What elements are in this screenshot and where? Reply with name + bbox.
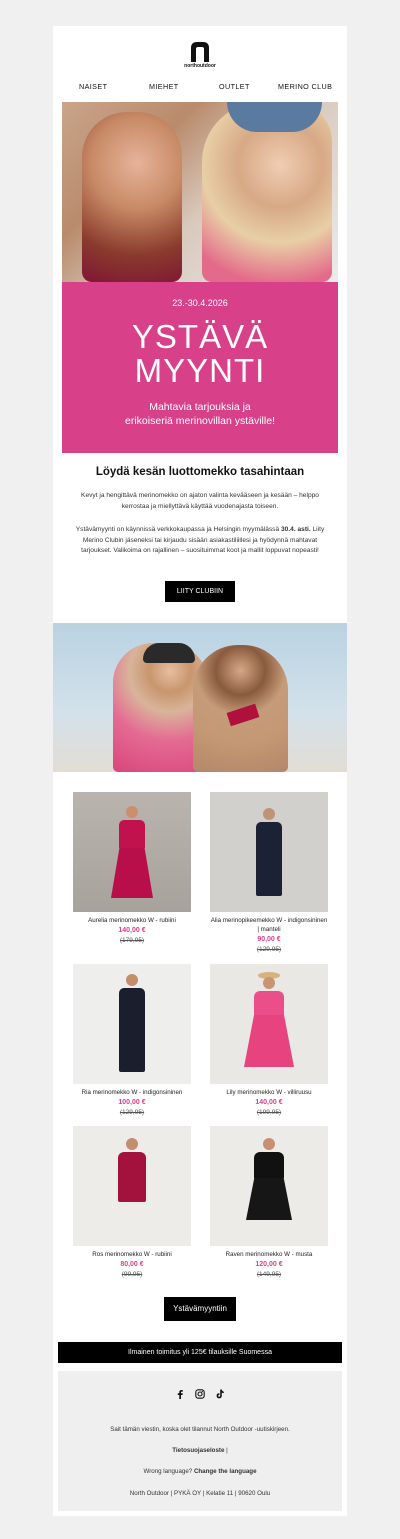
- hero-image[interactable]: [62, 102, 338, 282]
- facebook-icon[interactable]: [175, 1389, 185, 1401]
- footer-reason: Sait tämän viestin, koska olet tilannut …: [110, 1426, 290, 1433]
- product-image[interactable]: [73, 964, 191, 1084]
- product-price: 120,00 €: [255, 1261, 283, 1268]
- hero-cap: [227, 102, 322, 132]
- nav-item-outlet[interactable]: OUTLET: [219, 82, 250, 91]
- footer-address: North Outdoor | PYKÄ OY | Kelatie 11 | 9…: [129, 1490, 271, 1497]
- product-old-price: (149,95): [256, 1271, 282, 1278]
- sale-banner[interactable]: 23.-30.4.2026 YSTÄVÄ MYYNTI Mahtavia tar…: [62, 282, 338, 453]
- sale-subtitle: Mahtavia tarjouksia ja erikoiseriä merin…: [92, 400, 308, 428]
- second-hero-image[interactable]: [53, 623, 347, 772]
- sale-date: 23.-30.4.2026: [172, 298, 228, 308]
- product-name[interactable]: Ros merinomekko W - rubiini: [73, 1250, 191, 1259]
- intro-paragraph-2-text: Ystävämyynti on käynnissä verkkokaupassa…: [75, 526, 281, 533]
- intro-paragraph-1: Kevyt ja hengittävä merinomekko on ajato…: [81, 492, 319, 510]
- product-image[interactable]: [210, 964, 328, 1084]
- product-image[interactable]: [73, 792, 191, 912]
- product-image[interactable]: [73, 1126, 191, 1246]
- hero-person-left: [82, 112, 182, 282]
- privacy-link[interactable]: Tietosuojaseloste: [172, 1447, 224, 1454]
- product-image[interactable]: [210, 792, 328, 912]
- privacy-separator: |: [224, 1447, 228, 1454]
- wrong-language-text: Wrong language?: [143, 1468, 194, 1475]
- product-card[interactable]: Raven merinomekko W - musta 120,00 € (14…: [210, 1126, 328, 1280]
- intro-paragraph-2-date: 30.4. asti.: [280, 526, 311, 533]
- product-card[interactable]: Lily merinomekko W - villiruusu 140,00 €…: [210, 964, 328, 1118]
- product-name[interactable]: Raven merinomekko W - musta: [210, 1250, 328, 1259]
- product-card[interactable]: Ria merinomekko W - indigonsininen 100,0…: [73, 964, 191, 1118]
- sale-title-line1: YSTÄVÄ: [131, 318, 269, 355]
- product-card[interactable]: Aurelia merinomekko W - rubiini 140,00 €…: [73, 792, 191, 946]
- sale-subtitle-line1: Mahtavia tarjouksia ja: [149, 401, 251, 413]
- product-name[interactable]: Alia merinopikeemekko W - indigonsininen…: [210, 916, 328, 934]
- product-name[interactable]: Ria merinomekko W - indigonsininen: [73, 1088, 191, 1097]
- product-image[interactable]: [210, 1126, 328, 1246]
- product-old-price: (129,95): [119, 1109, 145, 1116]
- product-old-price: (199,95): [256, 1109, 282, 1116]
- product-old-price: (99,95): [121, 1271, 143, 1278]
- tiktok-icon[interactable]: [215, 1389, 225, 1401]
- sale-title-line2: MYYNTI: [134, 352, 266, 389]
- newsletter-card: northoutdoor NAISET MIEHET OUTLET MERINO…: [53, 26, 347, 1516]
- footer-language-row: Wrong language? Change the language: [58, 1468, 342, 1475]
- footer-privacy-row: Tietosuojaseloste |: [58, 1447, 342, 1454]
- instagram-icon[interactable]: [195, 1389, 205, 1401]
- intro-heading: Löydä kesän luottomekko tasahintaan: [95, 466, 305, 478]
- sale-subtitle-line2: erikoiseriä merinovillan ystäville!: [125, 415, 275, 427]
- hero2-cap: [143, 643, 195, 663]
- logo-mark-icon: [191, 42, 209, 62]
- product-price: 140,00 €: [118, 927, 146, 934]
- logo-text: northoutdoor: [184, 63, 216, 69]
- product-price: 100,00 €: [118, 1099, 146, 1106]
- change-language-link[interactable]: Change the language: [194, 1468, 257, 1475]
- product-name[interactable]: Lily merinomekko W - villiruusu: [210, 1088, 328, 1097]
- nav-item-naiset[interactable]: NAISET: [79, 82, 107, 91]
- product-card[interactable]: Ros merinomekko W - rubiini 80,00 € (99,…: [73, 1126, 191, 1280]
- sale-cta-button[interactable]: Ystävämyyntiin: [164, 1297, 236, 1321]
- join-club-button[interactable]: LIITY CLUBIIN: [165, 581, 235, 602]
- product-price: 90,00 €: [257, 936, 281, 943]
- nav-item-merino-club[interactable]: MERINO CLUB: [278, 82, 332, 91]
- sale-title: YSTÄVÄ MYYNTI: [62, 320, 338, 388]
- product-price: 140,00 €: [255, 1099, 283, 1106]
- shipping-bar: Ilmainen toimitus yli 125€ tilauksille S…: [58, 1342, 342, 1363]
- product-old-price: (129,95): [256, 946, 282, 953]
- brand-logo[interactable]: northoutdoor: [53, 40, 347, 69]
- footer: Sait tämän viestin, koska olet tilannut …: [58, 1371, 342, 1511]
- product-price: 80,00 €: [120, 1261, 144, 1268]
- product-old-price: (179,95): [119, 937, 145, 944]
- social-icons: [58, 1389, 342, 1401]
- intro-paragraph-2: Ystävämyynti on käynnissä verkkokaupassa…: [71, 525, 329, 557]
- product-name[interactable]: Aurelia merinomekko W - rubiini: [73, 916, 191, 925]
- nav-item-miehet[interactable]: MIEHET: [149, 82, 179, 91]
- product-card[interactable]: Alia merinopikeemekko W - indigonsininen…: [210, 792, 328, 955]
